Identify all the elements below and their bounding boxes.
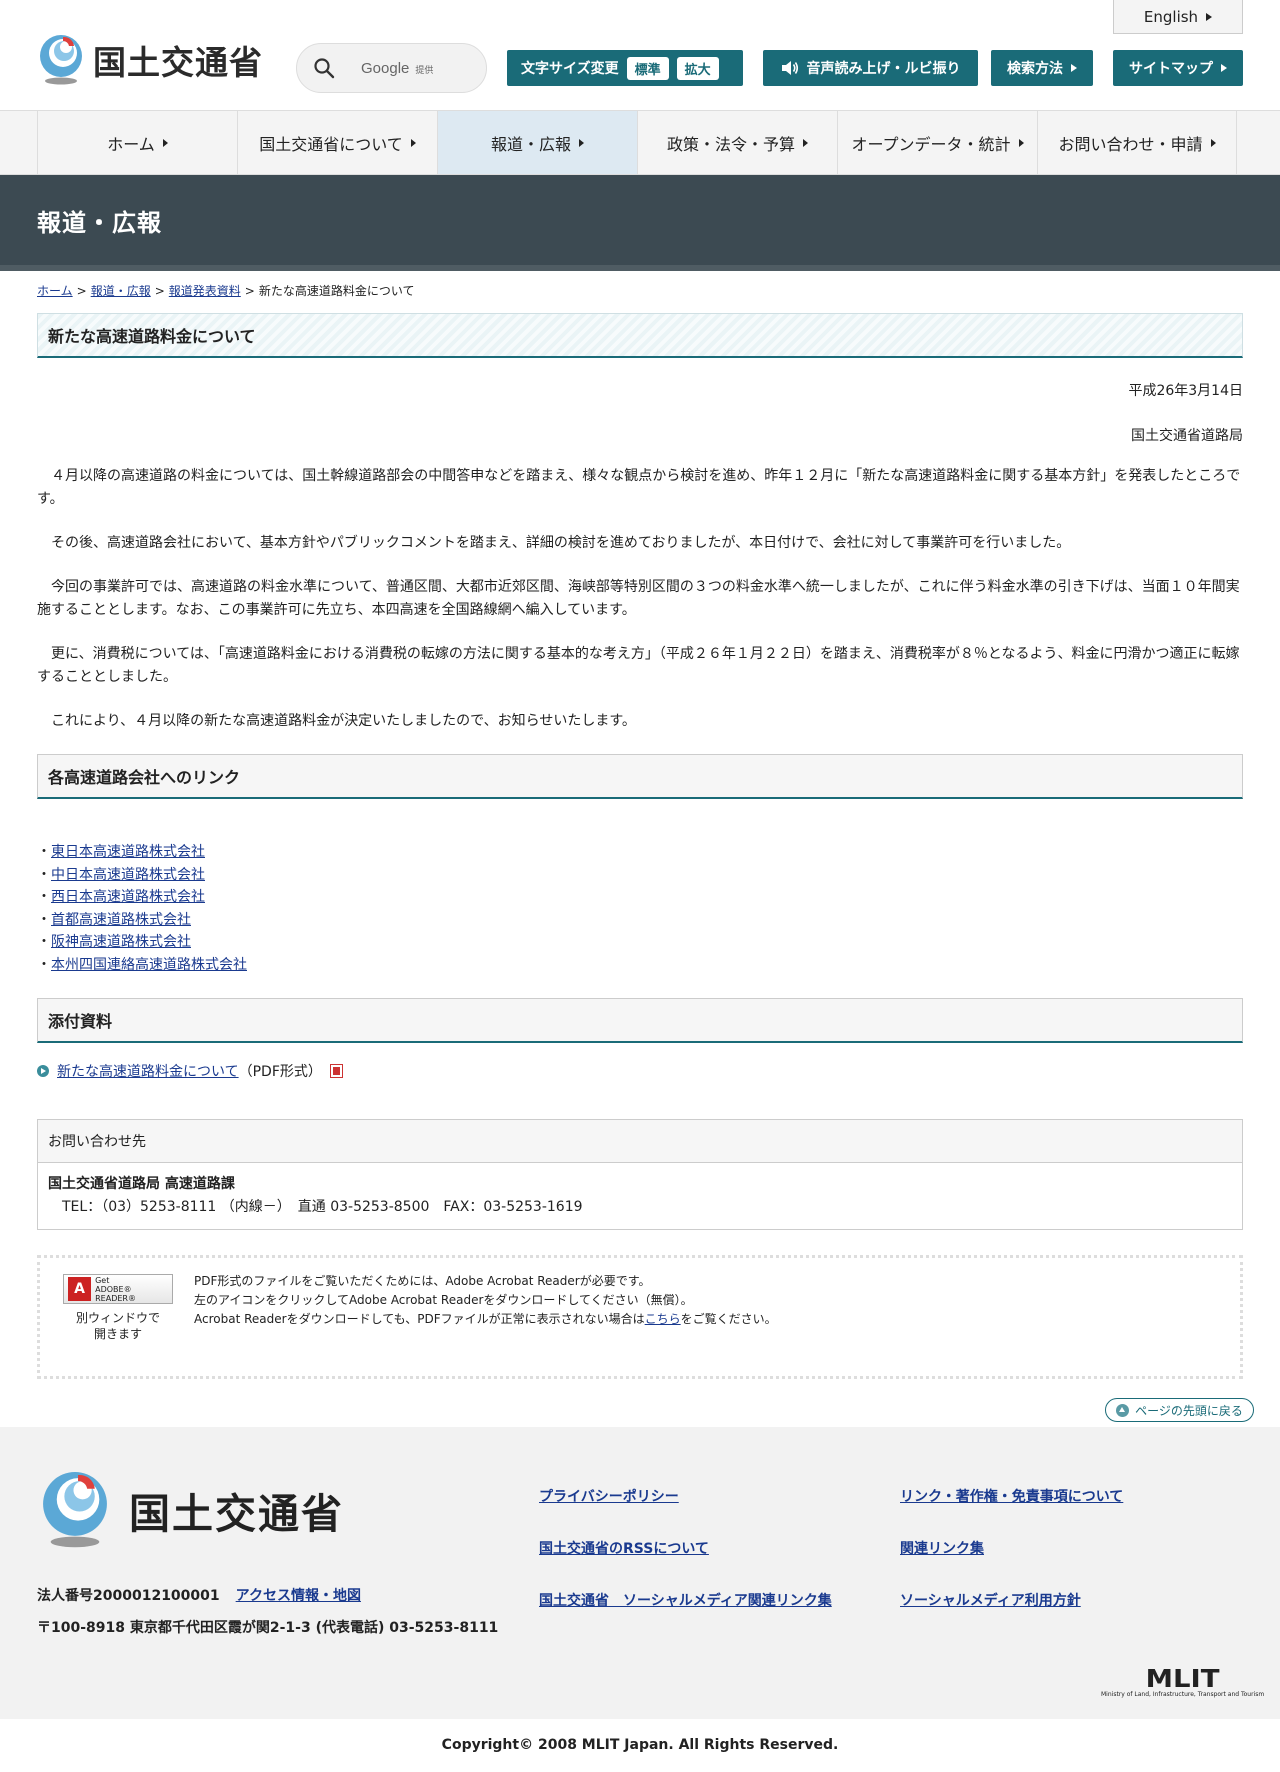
breadcrumb-press-releases[interactable]: 報道発表資料 (169, 284, 241, 298)
corporate-number: 法人番号2000012100001 アクセス情報・地図 (37, 1588, 361, 1604)
attachments-section-heading: 添付資料 (37, 998, 1243, 1043)
footer-address: 〒100-8918 東京都千代田区霞が関2-1-3 (代表電話) 03-5253… (37, 1620, 499, 1636)
adobe-notice-text: PDF形式のファイルをご覧いただくためには、Adobe Acrobat Read… (194, 1274, 777, 1326)
mlit-wordmark: MLIT Ministry of Land, Infrastructure, T… (1101, 1664, 1265, 1698)
global-nav: ホーム 国土交通省について 報道・広報 政策・法令・予算 オープンデータ・統計 … (0, 111, 1280, 175)
body-paragraph: ４月以降の高速道路の料金については、国土幹線道路部会の中間答申などを踏まえ、様々… (37, 468, 1241, 507)
list-item: 首都高速道路株式会社 (37, 909, 1243, 932)
arrow-right-icon (1206, 12, 1213, 21)
arrow-right-icon (803, 138, 808, 147)
arrow-right-icon (1221, 64, 1227, 72)
font-size-standard-button[interactable]: 標準 (626, 56, 669, 80)
footer-links: プライバシーポリシー リンク・著作権・免責事項について 国土交通省のRSSについ… (539, 1487, 1239, 1611)
access-map-link[interactable]: アクセス情報・地図 (236, 1588, 361, 1604)
footer-link-social-links[interactable]: 国土交通省 ソーシャルメディア関連リンク集 (539, 1591, 900, 1611)
company-link-list: 東日本高速道路株式会社 中日本高速道路株式会社 西日本高速道路株式会社 首都高速… (37, 841, 1243, 976)
inquiry-box: お問い合わせ先 国土交通省道路局 高速道路課 TEL：（03）5253-8111… (37, 1119, 1243, 1230)
pdf-icon (329, 1064, 343, 1078)
arrow-right-icon (410, 138, 416, 147)
release-date: 平成26年3月14日 (1128, 383, 1243, 399)
nav-item-opendata[interactable]: オープンデータ・統計 (837, 111, 1037, 174)
department: 国土交通省道路局 (1131, 428, 1243, 444)
nav-item-contact[interactable]: お問い合わせ・申請 (1037, 111, 1237, 174)
footer-link-related[interactable]: 関連リンク集 (900, 1539, 1240, 1559)
nav-item-press[interactable]: 報道・広報 (437, 111, 637, 174)
font-size-large-button[interactable]: 拡大 (676, 56, 719, 80)
nav-item-about[interactable]: 国土交通省について (237, 111, 437, 174)
list-item: 東日本高速道路株式会社 (37, 841, 1243, 864)
breadcrumb-home[interactable]: ホーム (37, 284, 73, 298)
breadcrumb-press[interactable]: 報道・広報 (91, 284, 151, 298)
list-item: 中日本高速道路株式会社 (37, 864, 1243, 887)
font-size-control: 文字サイズ変更 標準 拡大 (507, 50, 743, 86)
english-button[interactable]: English (1113, 0, 1243, 34)
body-paragraph: これにより、４月以降の新たな高速道路料金が決定いたしましたので、お知らせいたしま… (51, 713, 636, 729)
company-link-hanshin[interactable]: 阪神高速道路株式会社 (51, 934, 191, 950)
arrow-up-icon (1116, 1403, 1130, 1417)
new-window-note: 別ウィンドウで 開きます (75, 1311, 160, 1341)
get-adobe-reader-button[interactable]: A Get ADOBE® READER® (63, 1274, 173, 1304)
list-item: 阪神高速道路株式会社 (37, 931, 1243, 954)
body-paragraph: 更に、消費税については、「高速道路料金における消費税の転嫁の方法に関する基本的な… (37, 646, 1240, 685)
inquiry-heading: お問い合わせ先 (38, 1120, 1242, 1163)
arrow-right-icon (1210, 138, 1216, 147)
adobe-reader-icon: A (68, 1277, 92, 1301)
site-search[interactable]: Google 提供 (296, 43, 487, 93)
nav-item-policy[interactable]: 政策・法令・予算 (637, 111, 837, 174)
sitemap-button[interactable]: サイトマップ (1113, 50, 1243, 86)
mlit-emblem-icon (40, 35, 82, 85)
footer-link-social-policy[interactable]: ソーシャルメディア利用方針 (900, 1591, 1240, 1611)
search-howto-button[interactable]: 検索方法 (991, 50, 1093, 86)
inquiry-tel: TEL：（03）5253-8111 （内線－） 直通 03-5253-8500 … (62, 1199, 583, 1215)
logo-text: 国土交通省 (93, 43, 263, 82)
search-icon[interactable] (313, 57, 335, 79)
mlit-emblem-icon (43, 1472, 107, 1548)
back-to-top-button[interactable]: ページの先頭に戻る (1105, 1398, 1254, 1422)
site-header: 国土交通省 Google 提供 文字サイズ変更 標準 拡大 音声読み上げ・ルビ振り… (0, 0, 1280, 111)
company-link-central-nexco[interactable]: 中日本高速道路株式会社 (51, 867, 205, 883)
arrow-right-icon (162, 138, 168, 147)
attachment-item: 新たな高速道路料金について （PDF形式） (37, 1061, 1243, 1081)
category-title: 報道・広報 (37, 208, 162, 237)
nav-item-home[interactable]: ホーム (37, 111, 237, 174)
footer-logo-text: 国土交通省 (129, 1490, 344, 1538)
arrow-right-icon (579, 138, 584, 147)
company-link-shutoko[interactable]: 首都高速道路株式会社 (51, 912, 191, 928)
breadcrumb-current: 新たな高速道路料金について (258, 284, 415, 298)
font-size-label: 文字サイズ変更 (521, 61, 619, 77)
main-content: ホーム > 報道・広報 > 報道発表資料 > 新たな高速道路料金について 新たな高速道路料金… (0, 282, 1280, 1379)
attachment-format: （PDF形式） (238, 1064, 322, 1080)
body-paragraph: 今回の事業許可では、高速道路の料金水準について、普通区間、大都市近郊区間、海峡部… (37, 579, 1240, 618)
speaker-icon (781, 61, 798, 75)
page-title-box: 新たな高速道路料金について (37, 313, 1243, 358)
adobe-help-link[interactable]: こちら (645, 1312, 681, 1326)
footer-link-privacy[interactable]: プライバシーポリシー (539, 1487, 900, 1507)
footer-logo[interactable]: 国土交通省 (37, 1467, 344, 1553)
adobe-reader-notice: A Get ADOBE® READER® 別ウィンドウで 開きます PDF形式のファ… (37, 1255, 1243, 1379)
inquiry-org: 国土交通省道路局 高速道路課 (48, 1176, 235, 1192)
company-link-west-nexco[interactable]: 西日本高速道路株式会社 (51, 889, 205, 905)
voice-ruby-button[interactable]: 音声読み上げ・ルビ振り (763, 50, 978, 86)
breadcrumb: ホーム > 報道・広報 > 報道発表資料 > 新たな高速道路料金について (37, 284, 415, 298)
search-provider-label: Google 提供 (361, 59, 434, 77)
page-title: 新たな高速道路料金について (48, 327, 256, 346)
site-logo[interactable]: 国土交通省 (36, 33, 263, 87)
site-footer: 国土交通省 法人番号2000012100001 アクセス情報・地図 〒100-89… (0, 1427, 1280, 1719)
body-paragraph: その後、高速道路会社において、基本方針やパブリックコメントを踏まえ、詳細の検討を… (51, 535, 1071, 551)
category-band: 報道・広報 (0, 175, 1280, 271)
bullet-arrow-icon (37, 1065, 49, 1077)
list-item: 本州四国連絡高速道路株式会社 (37, 954, 1243, 977)
links-section-heading: 各高速道路会社へのリンク (37, 754, 1243, 799)
footer-link-copyright[interactable]: リンク・著作権・免責事項について (900, 1487, 1240, 1507)
company-link-honshi[interactable]: 本州四国連絡高速道路株式会社 (51, 957, 247, 973)
arrow-right-icon (1071, 64, 1077, 72)
arrow-right-icon (1018, 138, 1024, 147)
company-link-east-nexco[interactable]: 東日本高速道路株式会社 (51, 844, 205, 860)
attachment-pdf-link[interactable]: 新たな高速道路料金について (57, 1061, 239, 1081)
footer-link-rss[interactable]: 国土交通省のRSSについて (539, 1539, 900, 1559)
list-item: 西日本高速道路株式会社 (37, 886, 1243, 909)
copyright: Copyright© 2008 MLIT Japan. All Rights R… (441, 1737, 839, 1753)
